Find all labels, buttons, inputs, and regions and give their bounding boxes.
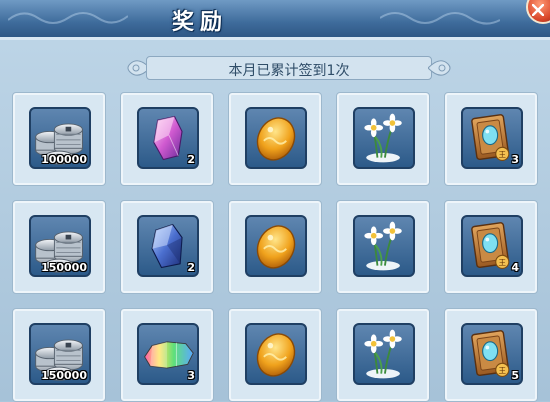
reward-cell[interactable]: [228, 92, 322, 186]
reward-item-slot: 5: [461, 323, 523, 385]
reward-item-slot: [353, 107, 415, 169]
swirl-ornament-icon: [8, 12, 128, 24]
close-icon: [532, 4, 544, 16]
reward-cell[interactable]: [228, 308, 322, 402]
reward-quantity: 5: [511, 369, 519, 382]
reward-cell[interactable]: 3: [444, 92, 538, 186]
golden-egg-icon: [247, 325, 305, 383]
reward-item-slot: 2: [137, 215, 199, 277]
reward-quantity: 2: [187, 261, 195, 274]
reward-item-slot: 3: [137, 323, 199, 385]
reward-cell[interactable]: 2: [120, 92, 214, 186]
golden-egg-icon: [247, 109, 305, 167]
reward-cell[interactable]: [336, 92, 430, 186]
reward-cell[interactable]: 3: [120, 308, 214, 402]
reward-quantity: 100000: [41, 153, 87, 166]
checkin-count-text: 本月已累计签到1次: [228, 63, 350, 79]
reward-quantity: 4: [511, 261, 519, 274]
reward-cell[interactable]: 2: [120, 200, 214, 294]
reward-item-slot: [245, 323, 307, 385]
reward-quantity: 2: [187, 153, 195, 166]
reward-item-slot: 100000: [29, 107, 91, 169]
reward-cell[interactable]: 100000: [12, 92, 106, 186]
reward-quantity: 3: [187, 369, 195, 382]
reward-item-slot: 3: [461, 107, 523, 169]
reward-quantity: 150000: [41, 369, 87, 382]
window-title: 奖励: [172, 10, 229, 35]
narcissus-flower-icon: [355, 217, 413, 275]
reward-cell[interactable]: 4: [444, 200, 538, 294]
checkin-banner: 本月已累计签到1次: [126, 54, 452, 82]
reward-cell[interactable]: [336, 308, 430, 402]
reward-item-slot: 2: [137, 107, 199, 169]
reward-quantity: 150000: [41, 261, 87, 274]
reward-item-slot: 150000: [29, 215, 91, 277]
title-bar: 奖励: [0, 0, 550, 40]
reward-item-slot: [245, 107, 307, 169]
reward-cell[interactable]: 150000: [12, 308, 106, 402]
golden-egg-icon: [247, 217, 305, 275]
reward-cell[interactable]: [336, 200, 430, 294]
reward-quantity: 3: [511, 153, 519, 166]
narcissus-flower-icon: [355, 109, 413, 167]
reward-item-slot: [245, 215, 307, 277]
reward-item-slot: [353, 215, 415, 277]
reward-cell[interactable]: 5: [444, 308, 538, 402]
reward-item-slot: [353, 323, 415, 385]
reward-item-slot: 150000: [29, 323, 91, 385]
reward-item-slot: 4: [461, 215, 523, 277]
narcissus-flower-icon: [355, 325, 413, 383]
swirl-ornament-icon: [380, 12, 500, 25]
reward-cell[interactable]: [228, 200, 322, 294]
reward-cell[interactable]: 150000: [12, 200, 106, 294]
